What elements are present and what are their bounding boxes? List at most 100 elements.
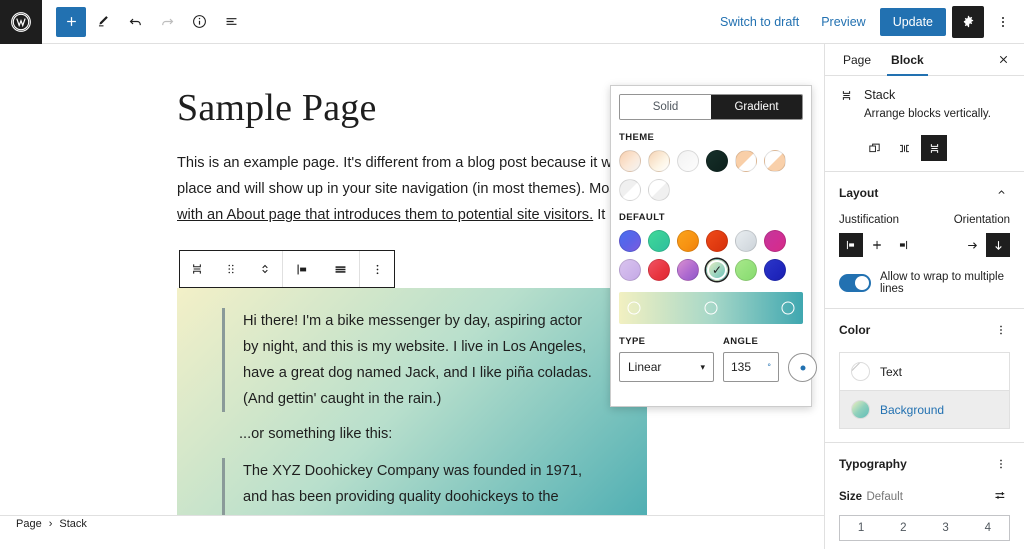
page-title[interactable]: Sample Page	[177, 86, 377, 130]
details-button[interactable]	[184, 7, 214, 37]
default-swatch-1[interactable]	[619, 230, 641, 252]
stack-icon	[839, 88, 854, 103]
block-toolbar-group-options	[359, 251, 394, 287]
quote-one-text: Hi there! I'm a bike messenger by day, a…	[243, 313, 592, 407]
font-size-stepper[interactable]: 1 2 3 4	[839, 515, 1010, 541]
gear-icon[interactable]	[952, 5, 984, 38]
color-row-background[interactable]: Background	[840, 390, 1009, 428]
tab-block[interactable]: Block	[881, 44, 934, 76]
degree-unit: °	[767, 362, 771, 372]
default-swatch-11[interactable]	[735, 259, 757, 281]
theme-palette-label: THEME	[619, 132, 655, 143]
layout-section-title: Layout	[839, 185, 879, 200]
edit-tool-button[interactable]	[88, 7, 118, 37]
theme-swatch-3[interactable]	[677, 150, 699, 172]
default-swatch-9[interactable]	[677, 259, 699, 281]
gradient-picker-popover: Solid Gradient THEME DEFAULT ✓ TYPE Line…	[610, 85, 817, 407]
solid-gradient-toggle: Solid Gradient	[619, 94, 803, 120]
angle-value: 135	[731, 360, 752, 374]
move-up-down-button[interactable]	[248, 251, 282, 287]
variation-group-button[interactable]	[861, 135, 887, 161]
tab-gradient[interactable]: Gradient	[711, 95, 802, 119]
wrap-toggle[interactable]	[839, 274, 871, 292]
color-row-text[interactable]: Text	[840, 353, 1009, 390]
drag-handle[interactable]	[214, 251, 248, 287]
mid-paragraph[interactable]: ...or something like this:	[239, 426, 392, 442]
gradient-type-value: Linear	[628, 360, 662, 374]
default-swatch-6[interactable]	[764, 230, 786, 252]
update-button[interactable]: Update	[879, 7, 946, 36]
theme-swatch-8[interactable]	[648, 179, 670, 201]
chevron-up-icon[interactable]	[993, 184, 1010, 201]
orientation-label: Orientation	[953, 214, 1010, 226]
list-view-button[interactable]	[216, 7, 246, 37]
arrow-right-icon[interactable]	[960, 233, 984, 257]
wordpress-logo-icon[interactable]	[0, 0, 42, 44]
breadcrumb-item-page[interactable]: Page	[16, 518, 42, 530]
theme-swatch-2[interactable]	[648, 150, 670, 172]
color-row-background-label: Background	[880, 402, 945, 417]
default-swatch-4[interactable]	[706, 230, 728, 252]
angle-input[interactable]: 135 °	[723, 352, 779, 382]
vertical-dots-icon[interactable]	[992, 321, 1010, 339]
text-color-swatch	[851, 362, 870, 381]
sliders-icon[interactable]	[991, 486, 1010, 505]
theme-swatch-1[interactable]	[619, 150, 641, 172]
gradient-stop-3[interactable]	[781, 301, 795, 315]
justify-right-icon[interactable]	[891, 233, 915, 257]
switch-to-draft-button[interactable]: Switch to draft	[712, 9, 807, 35]
align-stretch-icon[interactable]	[321, 251, 359, 287]
default-swatch-8[interactable]	[648, 259, 670, 281]
gradient-stop-2[interactable]	[704, 301, 718, 315]
gradient-slider-bar[interactable]	[619, 292, 803, 324]
more-options-button[interactable]	[990, 6, 1016, 38]
default-swatch-3[interactable]	[677, 230, 699, 252]
breadcrumb-item-stack[interactable]: Stack	[59, 518, 87, 530]
quote-block-one[interactable]: Hi there! I'm a bike messenger by day, a…	[222, 308, 592, 412]
close-icon[interactable]	[990, 44, 1016, 75]
default-swatch-10[interactable]: ✓	[706, 259, 728, 281]
font-size-step-2[interactable]: 2	[882, 516, 924, 540]
default-swatch-5[interactable]	[735, 230, 757, 252]
tab-page[interactable]: Page	[833, 44, 881, 75]
undo-button[interactable]	[120, 7, 150, 37]
default-palette-label: DEFAULT	[619, 212, 665, 223]
tab-solid[interactable]: Solid	[620, 95, 711, 119]
justify-left-icon[interactable]	[839, 233, 863, 257]
default-swatch-7[interactable]	[619, 259, 641, 281]
angle-label: ANGLE	[723, 336, 759, 347]
preview-button[interactable]: Preview	[813, 9, 873, 35]
font-size-step-1[interactable]: 1	[840, 516, 882, 540]
wrap-toggle-label: Allow to wrap to multiple lines	[880, 271, 1004, 295]
default-swatch-2[interactable]	[648, 230, 670, 252]
block-card: Stack Arrange blocks vertically.	[825, 76, 1024, 171]
add-block-button[interactable]	[56, 6, 86, 37]
variation-row-button[interactable]	[891, 135, 917, 161]
angle-dial-icon[interactable]	[788, 353, 817, 382]
gradient-stop-1[interactable]	[627, 301, 641, 315]
block-options-button[interactable]	[360, 251, 394, 287]
theme-swatch-4[interactable]	[706, 150, 728, 172]
justify-left-icon[interactable]	[283, 251, 321, 287]
orientation-control: Orientation	[954, 214, 1010, 257]
font-size-step-4[interactable]: 4	[967, 516, 1009, 540]
gradient-type-select[interactable]: Linear ▾	[619, 352, 714, 382]
theme-swatch-6[interactable]	[764, 150, 786, 172]
default-swatch-12[interactable]	[764, 259, 786, 281]
vertical-dots-icon[interactable]	[992, 455, 1010, 473]
background-color-swatch	[851, 400, 870, 419]
stack-block[interactable]: Hi there! I'm a bike messenger by day, a…	[177, 288, 647, 532]
block-type-stack-button[interactable]	[180, 251, 214, 287]
redo-button[interactable]	[152, 7, 182, 37]
justification-control: Justification	[839, 214, 915, 257]
justify-center-icon[interactable]	[865, 233, 889, 257]
theme-swatch-7[interactable]	[619, 179, 641, 201]
arrow-down-icon[interactable]	[986, 233, 1010, 257]
check-icon: ✓	[711, 263, 723, 277]
justification-label: Justification	[839, 214, 900, 226]
variation-stack-button[interactable]	[921, 135, 947, 161]
block-card-description: Arrange blocks vertically.	[864, 108, 991, 120]
font-size-step-3[interactable]: 3	[925, 516, 967, 540]
theme-swatch-5[interactable]	[735, 150, 757, 172]
intro-text-underlined: with an About page that introduces them …	[177, 207, 594, 223]
